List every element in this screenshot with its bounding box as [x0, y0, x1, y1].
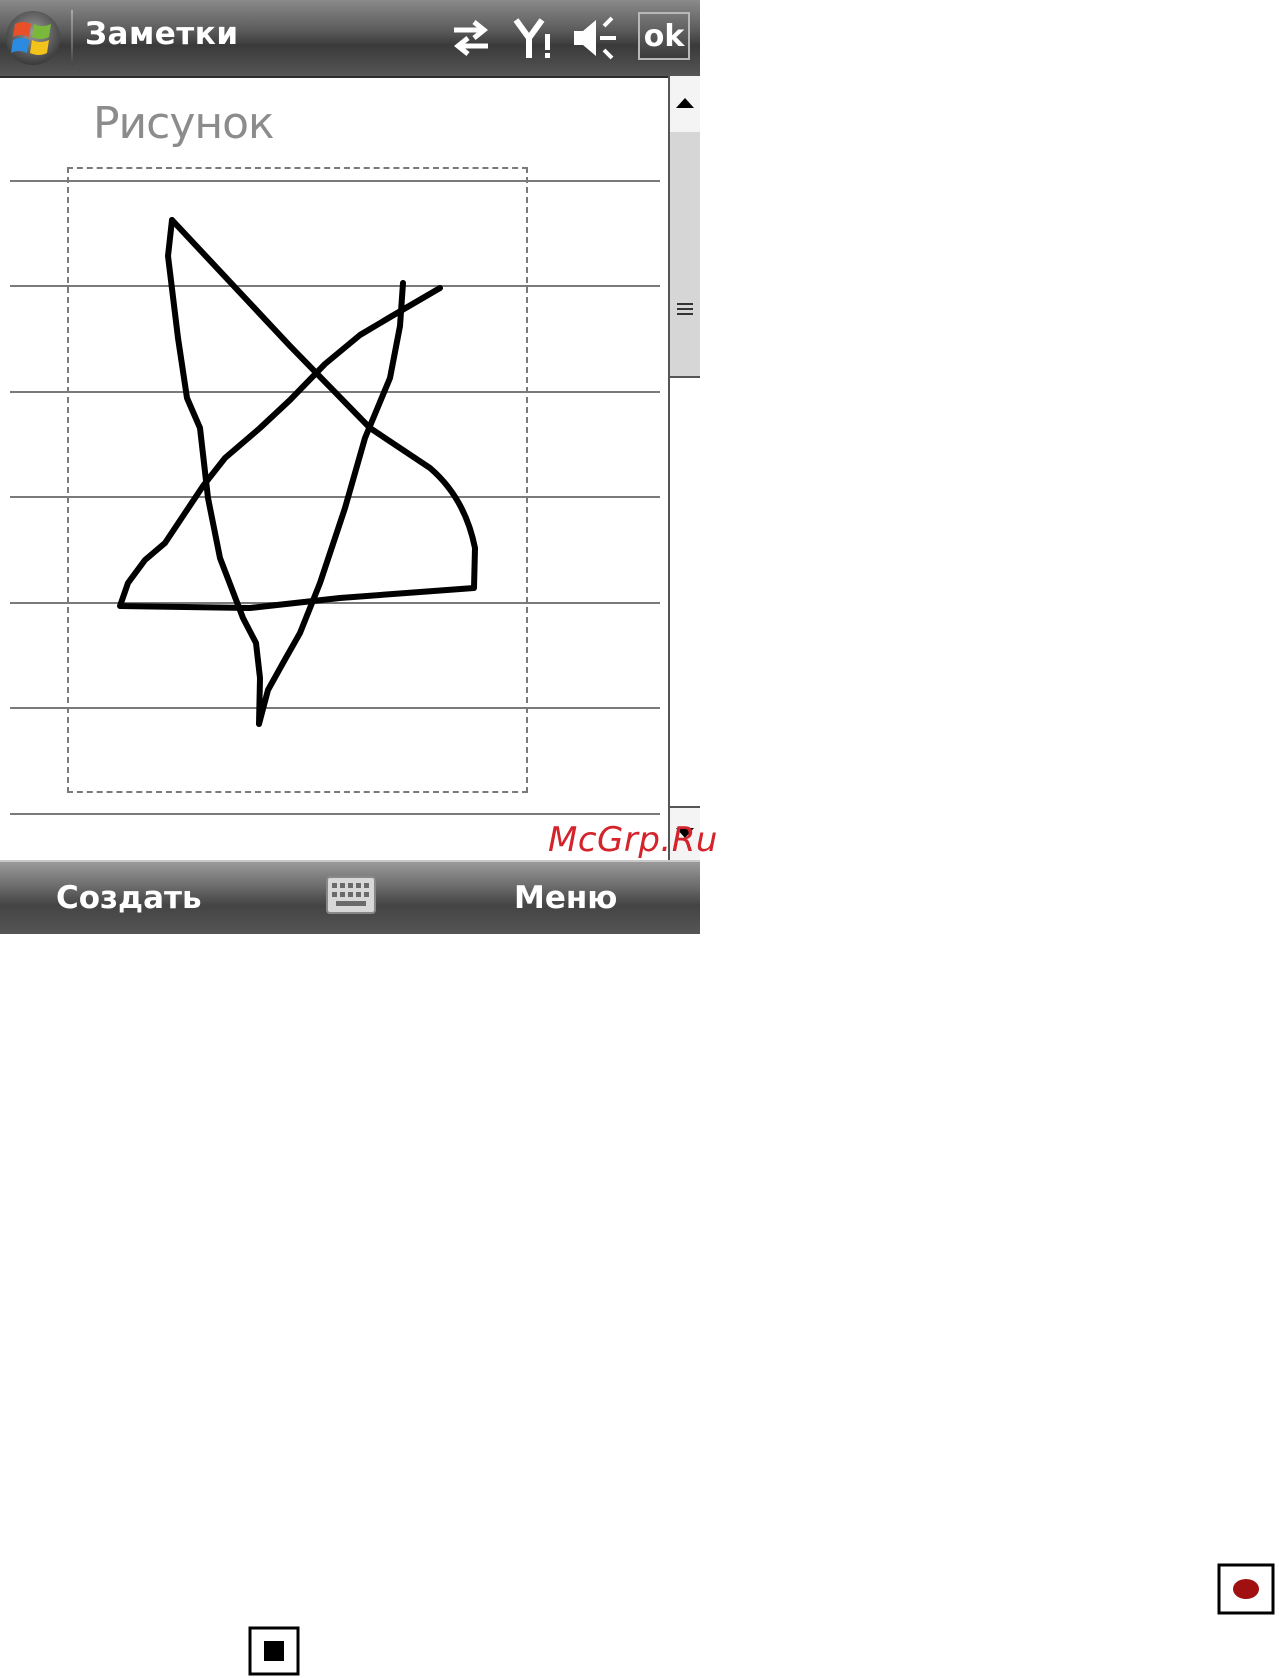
speaker-icon[interactable]	[570, 14, 620, 62]
grip-icon	[677, 303, 693, 315]
menu-softkey[interactable]: Меню	[514, 880, 617, 916]
connectivity-arrows-icon[interactable]	[448, 14, 494, 62]
ok-button[interactable]: ok	[638, 12, 690, 60]
star-drawing[interactable]	[0, 78, 668, 860]
note-canvas[interactable]: Рисунок	[0, 78, 668, 860]
arrow-up-icon	[676, 98, 694, 108]
scrollbar[interactable]	[668, 76, 700, 860]
title-bar: Заметки ok	[0, 0, 700, 78]
title-separator	[71, 10, 73, 66]
signal-icon[interactable]	[512, 14, 554, 62]
windows-start-icon[interactable]	[4, 10, 62, 66]
stop-icon	[248, 1626, 300, 1676]
scroll-thumb[interactable]	[670, 132, 700, 378]
scroll-up-button[interactable]	[670, 76, 700, 134]
keyboard-icon[interactable]	[326, 876, 376, 914]
watermark: McGrp.Ru	[548, 820, 718, 860]
softkey-bar: Создать Меню	[0, 860, 700, 934]
create-softkey[interactable]: Создать	[56, 880, 202, 916]
device-screen: Заметки ok Рисунок Создать Меню	[0, 0, 700, 934]
record-icon	[1217, 1563, 1275, 1615]
app-title: Заметки	[85, 16, 239, 52]
